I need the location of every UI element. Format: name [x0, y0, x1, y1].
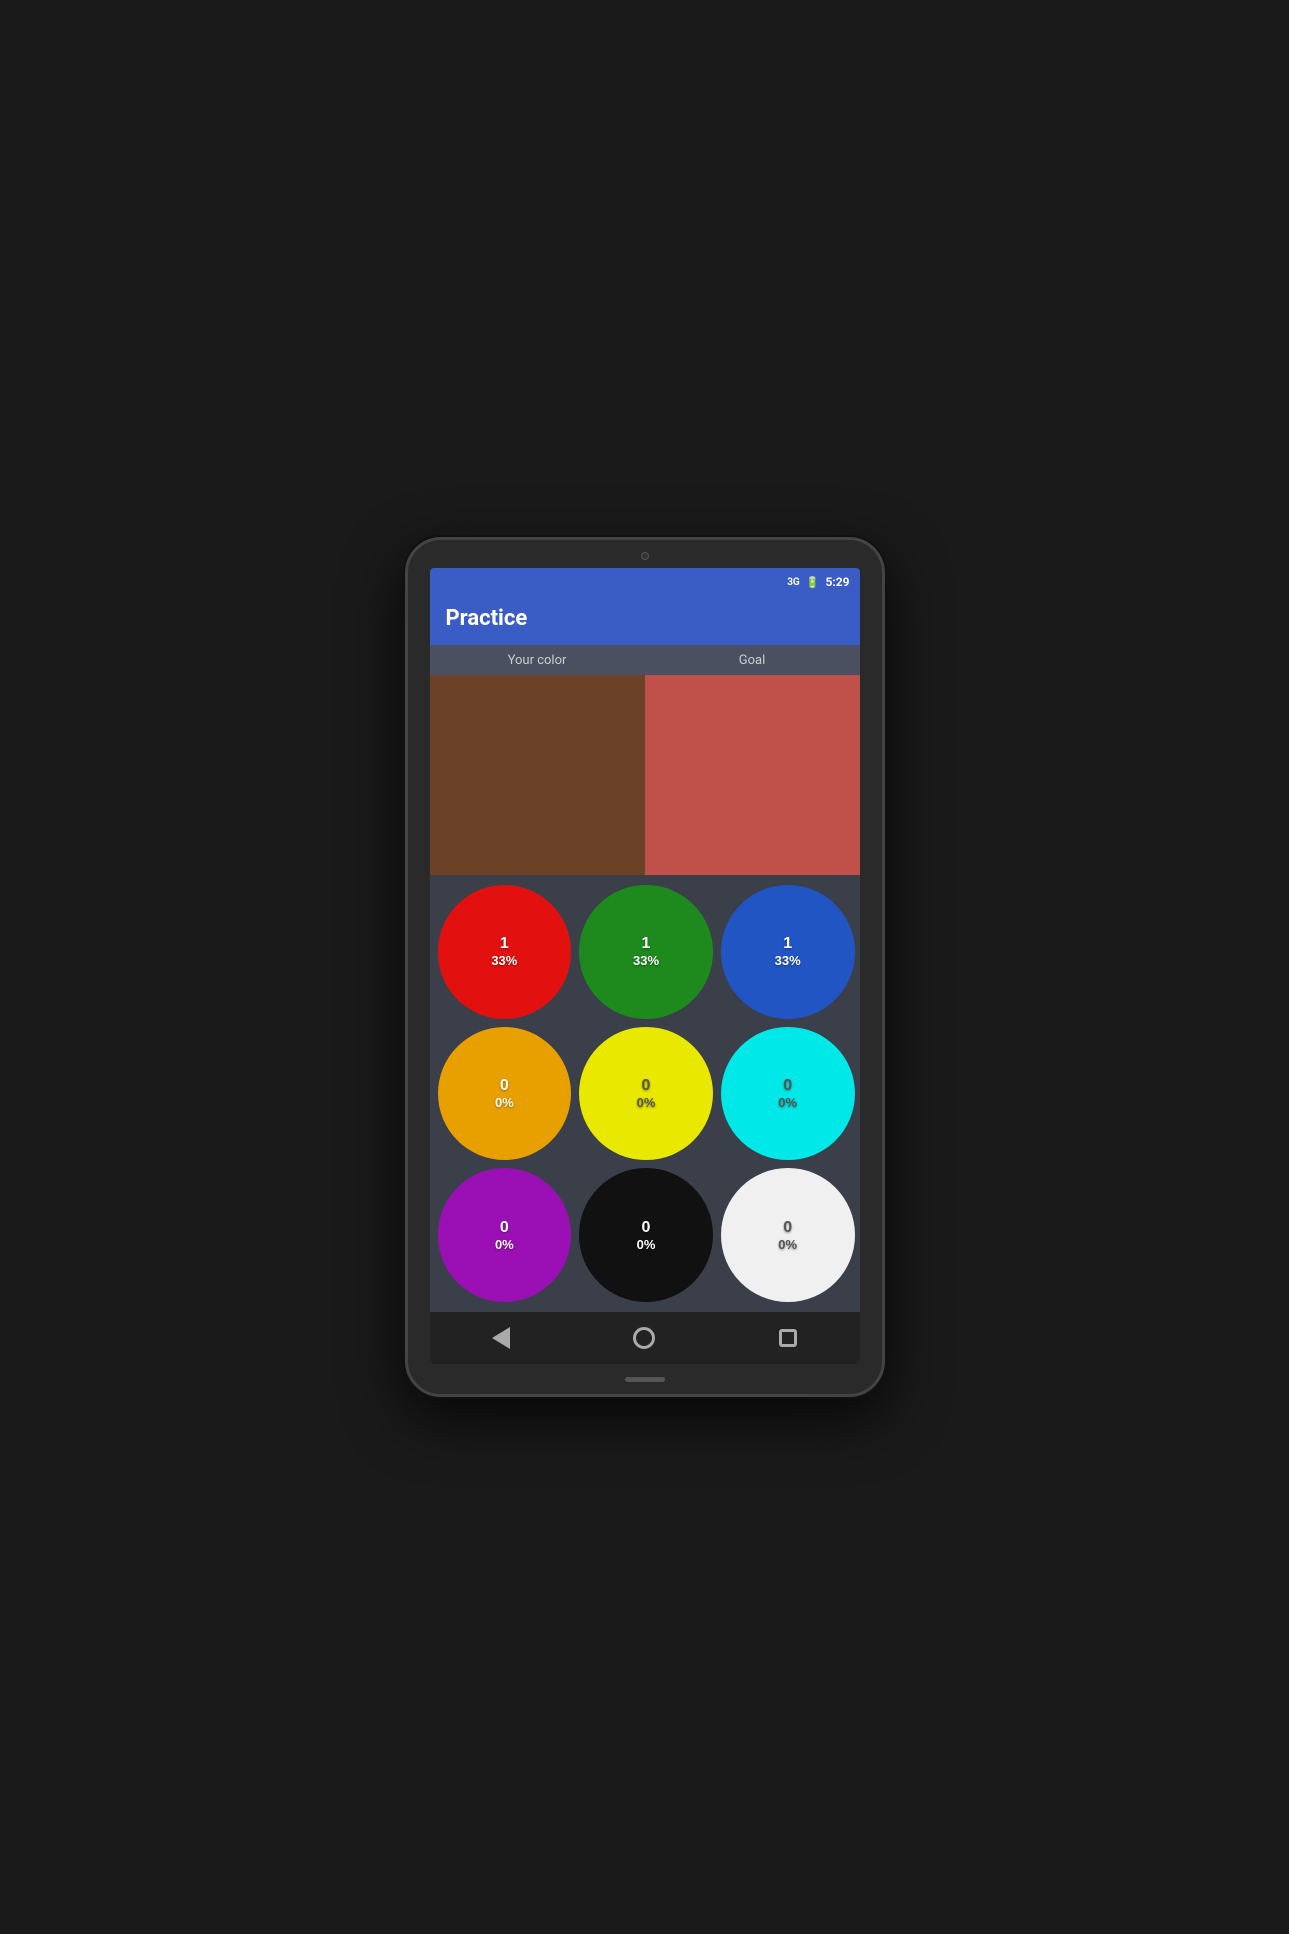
home-indicator [625, 1377, 665, 1382]
count-purple: 0 [500, 1219, 509, 1237]
battery-indicator: 🔋 [806, 576, 820, 589]
percent-orange: 0% [495, 1095, 514, 1110]
count-cyan: 0 [783, 1077, 792, 1095]
count-black: 0 [642, 1219, 651, 1237]
percent-blue: 33% [775, 953, 801, 968]
count-red: 1 [500, 935, 509, 953]
percent-red: 33% [491, 953, 517, 968]
back-button[interactable] [483, 1320, 519, 1356]
color-buttons-grid: 133%133%133%00%00%00%00%00%00%00%00%CLEA… [430, 875, 860, 1312]
signal-indicator: 3G [787, 577, 800, 588]
your-color-label: Your color [430, 653, 645, 668]
color-preview-row [430, 675, 860, 875]
count-orange: 0 [500, 1077, 509, 1095]
color-section-header: Your color Goal [430, 645, 860, 675]
color-btn-cyan[interactable]: 00% [721, 1027, 855, 1161]
count-blue: 1 [783, 935, 792, 953]
goal-color-box [645, 675, 860, 875]
count-yellow: 0 [642, 1077, 651, 1095]
percent-purple: 0% [495, 1237, 514, 1252]
home-button[interactable] [626, 1320, 662, 1356]
device: 3G 🔋 5:29 Practice Your color Goal 133%1… [405, 537, 885, 1397]
color-btn-orange[interactable]: 00% [438, 1027, 572, 1161]
color-btn-green[interactable]: 133% [579, 885, 713, 1019]
count-green: 1 [642, 935, 651, 953]
camera [641, 552, 649, 560]
back-icon [492, 1327, 510, 1349]
color-btn-purple[interactable]: 00% [438, 1168, 572, 1302]
count-white: 0 [783, 1219, 792, 1237]
screen: 3G 🔋 5:29 Practice Your color Goal 133%1… [430, 568, 860, 1364]
percent-white: 0% [778, 1237, 797, 1252]
color-btn-white[interactable]: 00% [721, 1168, 855, 1302]
percent-yellow: 0% [637, 1095, 656, 1110]
status-bar: 3G 🔋 5:29 [430, 568, 860, 596]
recent-button[interactable] [770, 1320, 806, 1356]
color-btn-red[interactable]: 133% [438, 885, 572, 1019]
color-btn-blue[interactable]: 133% [721, 885, 855, 1019]
recent-icon [779, 1329, 797, 1347]
home-icon [633, 1327, 655, 1349]
device-bottom [408, 1364, 882, 1394]
app-bar: Practice [430, 596, 860, 645]
nav-bar [430, 1312, 860, 1364]
percent-cyan: 0% [778, 1095, 797, 1110]
clock: 5:29 [825, 575, 849, 589]
color-btn-yellow[interactable]: 00% [579, 1027, 713, 1161]
goal-label: Goal [645, 653, 860, 668]
your-color-box [430, 675, 645, 875]
color-btn-black[interactable]: 00% [579, 1168, 713, 1302]
percent-black: 0% [637, 1237, 656, 1252]
app-title: Practice [446, 606, 844, 631]
percent-green: 33% [633, 953, 659, 968]
